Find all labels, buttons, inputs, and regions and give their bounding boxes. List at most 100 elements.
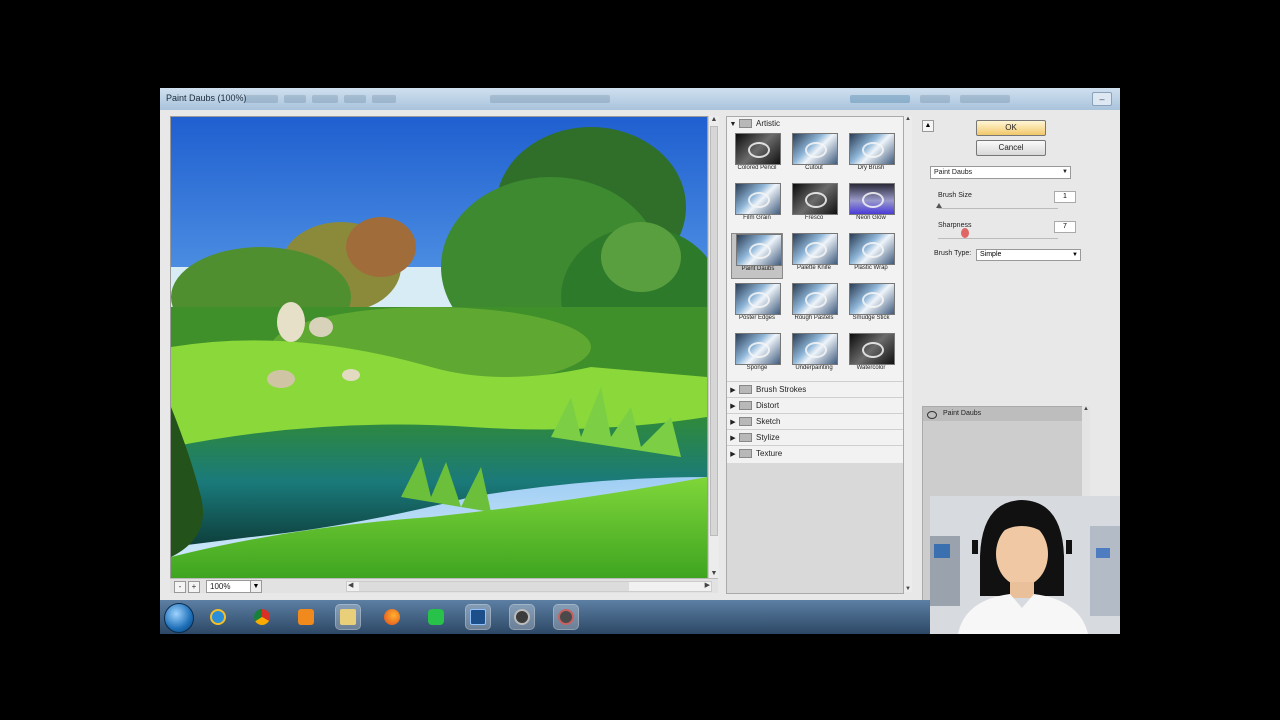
start-button[interactable]	[164, 603, 194, 633]
filter-thumb-palette-knife[interactable]: Palette Knife	[788, 233, 840, 279]
file-explorer-icon[interactable]	[335, 604, 361, 630]
preview-horizontal-scrollbar[interactable]: ◀ ▶	[346, 581, 712, 592]
image-preview[interactable]	[170, 116, 708, 580]
folder-icon	[739, 449, 752, 459]
app-icon[interactable]	[553, 604, 579, 630]
filter-label: Paint Daubs	[741, 266, 775, 272]
preview-vertical-scrollbar[interactable]: ▲ ▼	[708, 116, 719, 578]
filter-thumb-paint-daubs[interactable]: Paint Daubs	[731, 233, 783, 279]
filter-thumb-watercolor[interactable]: Watercolor	[845, 333, 897, 379]
scroll-up-icon[interactable]: ▲	[904, 116, 912, 122]
line-icon[interactable]	[424, 605, 448, 629]
brush-size-slider-handle[interactable]	[936, 203, 942, 208]
filter-thumb-colored-pencil[interactable]: Colored Pencil	[731, 133, 783, 179]
folder-icon	[739, 401, 752, 411]
folder-glyph	[340, 609, 356, 625]
category-brush-strokes[interactable]: ▶ Brush Strokes	[727, 383, 903, 397]
filter-thumb-film-grain[interactable]: Film Grain	[731, 183, 783, 229]
divider	[727, 397, 903, 398]
filter-label: Underpainting	[795, 365, 833, 371]
presenter-video	[930, 496, 1120, 634]
filter-preview-image	[849, 333, 895, 365]
zoom-out-button[interactable]: -	[174, 581, 186, 593]
filter-label: Plastic Wrap	[854, 265, 888, 271]
photoshop-glyph	[470, 609, 486, 625]
chevron-down-icon: ▼	[1062, 169, 1068, 175]
sharpness-slider[interactable]	[938, 238, 1058, 239]
filter-thumb-smudge-stick[interactable]: Smudge Stick	[845, 283, 897, 329]
firefox-icon[interactable]	[380, 605, 404, 629]
media-player-icon[interactable]	[294, 605, 318, 629]
filter-select[interactable]: Paint Daubs ▼	[930, 166, 1071, 179]
category-sketch[interactable]: ▶ Sketch	[727, 415, 903, 429]
app-icon[interactable]	[509, 604, 535, 630]
sharpness-field[interactable]: 7	[1054, 221, 1076, 233]
category-texture[interactable]: ▶ Texture	[727, 447, 903, 461]
filter-thumb-rough-pastels[interactable]: Rough Pastels	[788, 283, 840, 329]
category-label: Stylize	[756, 433, 780, 442]
photoshop-icon[interactable]	[465, 604, 491, 630]
filter-preview-image	[792, 283, 838, 315]
cancel-button[interactable]: Cancel	[976, 140, 1046, 156]
category-distort[interactable]: ▶ Distort	[727, 399, 903, 413]
scroll-up-icon[interactable]: ▲	[710, 116, 718, 124]
chevron-right-icon: ▶	[730, 403, 736, 410]
effect-layer-row[interactable]: Paint Daubs	[923, 407, 1083, 421]
scroll-thumb[interactable]	[359, 582, 629, 591]
zoom-level-field[interactable]: 100%	[206, 580, 255, 593]
filter-preview-image	[849, 283, 895, 315]
dialog-title: Paint Daubs (100%)	[166, 93, 247, 103]
ghost-workspace	[850, 95, 910, 103]
category-stylize[interactable]: ▶ Stylize	[727, 431, 903, 445]
brush-size-slider[interactable]	[938, 208, 1058, 209]
app-glyph	[514, 609, 530, 625]
filter-label: Neon Glow	[856, 215, 886, 221]
scroll-right-icon[interactable]: ▶	[705, 581, 710, 589]
zoom-in-button[interactable]: +	[188, 581, 200, 593]
chrome-icon[interactable]	[250, 605, 274, 629]
filter-label: Sponge	[746, 365, 768, 371]
line-glyph	[428, 609, 444, 625]
ok-button[interactable]: OK	[976, 120, 1046, 136]
filter-thumb-underpainting[interactable]: Underpainting	[788, 333, 840, 379]
filter-preview-image	[735, 183, 781, 215]
collapse-gallery-icon[interactable]: ▲	[922, 120, 934, 132]
close-icon[interactable]: –	[1092, 92, 1112, 106]
gallery-scrollbar[interactable]: ▲ ▼	[904, 116, 912, 592]
ghost-menu	[920, 95, 950, 103]
zoom-bar: - + 100% ▼ ◀ ▶	[170, 578, 718, 593]
mouse-cursor-highlight	[961, 228, 969, 238]
filter-thumb-cutout[interactable]: Cutout	[788, 133, 840, 179]
filter-preview-image	[792, 233, 838, 265]
filter-thumb-dry-brush[interactable]: Dry Brush	[845, 133, 897, 179]
divider	[727, 445, 903, 446]
category-label: Distort	[756, 401, 780, 410]
chevron-down-icon[interactable]: ▼	[250, 580, 262, 593]
scroll-left-icon[interactable]: ◀	[348, 581, 353, 589]
filter-thumb-poster-edges[interactable]: Poster Edges	[731, 283, 783, 329]
category-artistic[interactable]: ▼ Artistic	[727, 117, 903, 131]
divider	[727, 429, 903, 430]
filter-label: Rough Pastels	[794, 315, 834, 321]
folder-icon	[739, 119, 752, 129]
filter-thumb-plastic-wrap[interactable]: Plastic Wrap	[845, 233, 897, 279]
scroll-down-icon[interactable]: ▼	[904, 586, 912, 592]
scroll-thumb[interactable]	[710, 126, 718, 536]
filter-thumb-neon-glow[interactable]: Neon Glow	[845, 183, 897, 229]
ghost-menu	[312, 95, 338, 103]
category-label: Artistic	[756, 119, 780, 128]
filter-preview-image	[849, 133, 895, 165]
chrome-glyph	[254, 609, 270, 625]
filter-label: Fresco	[804, 215, 824, 221]
brush-type-label: Brush Type:	[934, 250, 972, 257]
landscape-image	[171, 117, 707, 579]
filter-thumb-sponge[interactable]: Sponge	[731, 333, 783, 379]
brush-type-select[interactable]: Simple ▼	[976, 249, 1081, 261]
eye-icon[interactable]	[927, 411, 937, 419]
internet-explorer-icon[interactable]	[206, 605, 230, 629]
scroll-down-icon[interactable]: ▼	[710, 570, 718, 578]
filter-thumb-fresco[interactable]: Fresco	[788, 183, 840, 229]
brush-size-field[interactable]: 1	[1054, 191, 1076, 203]
dialog-title-bar[interactable]: Paint Daubs (100%) –	[160, 88, 1120, 110]
filter-preview-image	[735, 333, 781, 365]
